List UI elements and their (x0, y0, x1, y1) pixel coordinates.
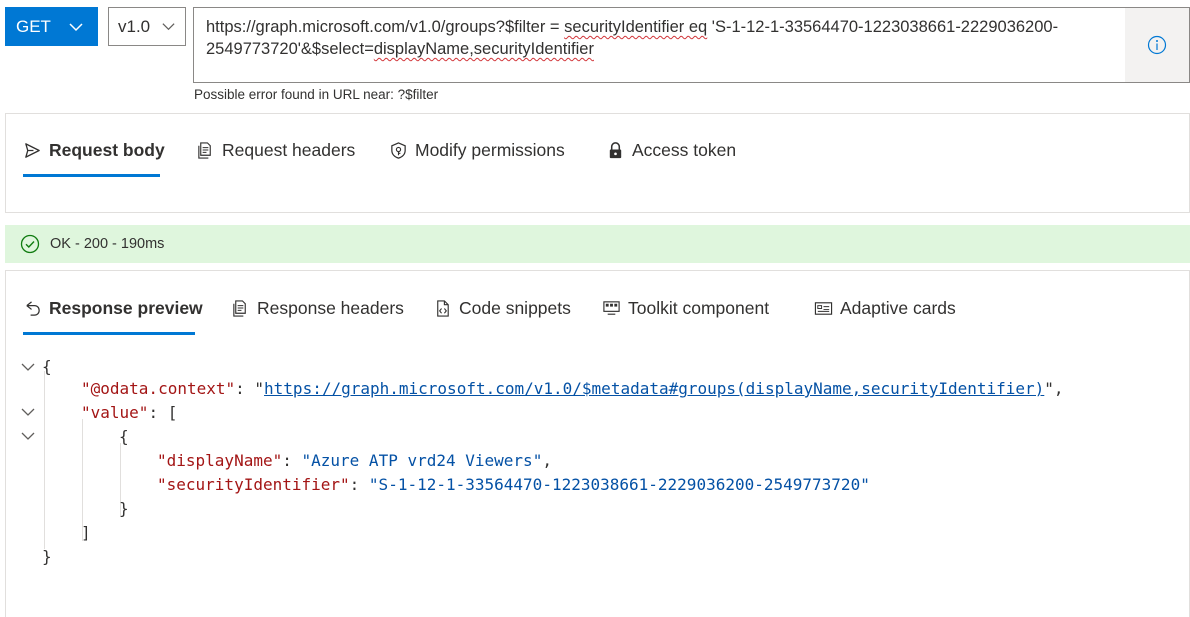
tab-response-headers[interactable]: Response headers (231, 293, 404, 323)
tab-label: Code snippets (459, 297, 571, 318)
tab-code-snippets[interactable]: Code snippets (433, 293, 571, 323)
version-label: v1.0 (118, 16, 151, 36)
toolkit-icon (603, 300, 620, 315)
url-segment: 'S-1-12-1-33564470-1223038661-2229036200… (707, 18, 1059, 36)
status-bar: OK - 200 - 190ms (5, 225, 1190, 263)
active-tab-indicator (23, 174, 160, 177)
json-key: "securityIdentifier" (157, 475, 350, 494)
fold-chevron-icon[interactable] (20, 359, 36, 375)
fold-chevron-icon[interactable] (20, 404, 36, 420)
url-segment: https://graph.microsoft.com/v1.0/groups?… (206, 18, 560, 36)
tab-request-body[interactable]: Request body (23, 135, 165, 165)
json-item-close: } (119, 499, 129, 518)
response-panel: Response preview Response headers Code s… (5, 270, 1190, 617)
tab-label: Response headers (257, 297, 404, 318)
document-icon (233, 299, 246, 317)
tab-response-preview[interactable]: Response preview (23, 293, 203, 323)
tab-label: Request headers (222, 139, 356, 160)
url-text[interactable]: https://graph.microsoft.com/v1.0/groups?… (206, 16, 1126, 60)
json-string-value: "Azure ATP vrd24 Viewers" (301, 451, 543, 470)
code-file-icon (437, 299, 449, 317)
send-icon (25, 142, 40, 158)
odata-context-link[interactable]: https://graph.microsoft.com/v1.0/$metada… (264, 379, 1044, 398)
status-text: OK - 200 - 190ms (50, 236, 165, 252)
tab-label: Adaptive cards (840, 297, 956, 318)
url-info-button[interactable] (1125, 8, 1189, 82)
json-key: "@odata.context" (81, 379, 236, 398)
http-method-dropdown[interactable]: GET (5, 7, 98, 46)
shield-key-icon (391, 141, 406, 159)
url-error-segment: securityIdentifier eq (564, 18, 708, 36)
json-open-brace: { (42, 357, 52, 376)
chevron-down-icon (69, 22, 83, 31)
request-panel: Request body Request headers Modify perm… (5, 113, 1190, 213)
json-open-bracket: [ (167, 403, 178, 422)
tab-modify-permissions[interactable]: Modify permissions (389, 135, 565, 165)
lock-icon (609, 141, 622, 158)
json-line-security-id: "securityIdentifier": "S-1-12-1-33564470… (157, 475, 870, 494)
undo-icon (26, 300, 40, 316)
url-spell-segment: displayName,securityIdentifier (373, 40, 594, 58)
json-close-brace: } (42, 547, 52, 566)
url-input[interactable]: https://graph.microsoft.com/v1.0/groups?… (193, 7, 1190, 83)
json-item-open: { (119, 427, 129, 446)
json-line-displayname: "displayName": "Azure ATP vrd24 Viewers"… (157, 451, 552, 470)
json-key: "displayName" (157, 451, 283, 470)
tab-label: Response preview (49, 297, 203, 318)
tab-access-token[interactable]: Access token (606, 135, 736, 165)
http-method-label: GET (16, 16, 51, 36)
chevron-down-icon (162, 23, 175, 31)
tab-request-headers[interactable]: Request headers (196, 135, 355, 165)
json-line-value: "value": [ (81, 403, 178, 422)
active-tab-indicator (23, 332, 195, 335)
fold-chevron-icon[interactable] (20, 428, 36, 444)
json-close-bracket: ] (81, 523, 91, 542)
card-icon (814, 301, 833, 315)
json-string-value: "S-1-12-1-33564470-1223038661-2229036200… (368, 475, 870, 494)
tab-label: Toolkit component (628, 297, 770, 318)
indent-guide (44, 371, 45, 549)
tab-label: Access token (632, 139, 737, 160)
version-dropdown[interactable]: v1.0 (108, 7, 186, 46)
json-key: "value" (81, 403, 149, 422)
url-segment: 2549773720'&$select= (206, 40, 374, 58)
json-line-context: "@odata.context": "https://graph.microso… (81, 379, 1064, 398)
document-icon (198, 141, 211, 159)
url-error-message: Possible error found in URL near: ?$filt… (194, 87, 439, 102)
tab-toolkit-component[interactable]: Toolkit component (602, 293, 769, 323)
tab-adaptive-cards[interactable]: Adaptive cards (814, 293, 956, 323)
tab-label: Request body (49, 139, 165, 160)
checkmark-circle-icon (20, 234, 40, 254)
tab-label: Modify permissions (415, 139, 565, 160)
info-icon (1147, 35, 1167, 55)
